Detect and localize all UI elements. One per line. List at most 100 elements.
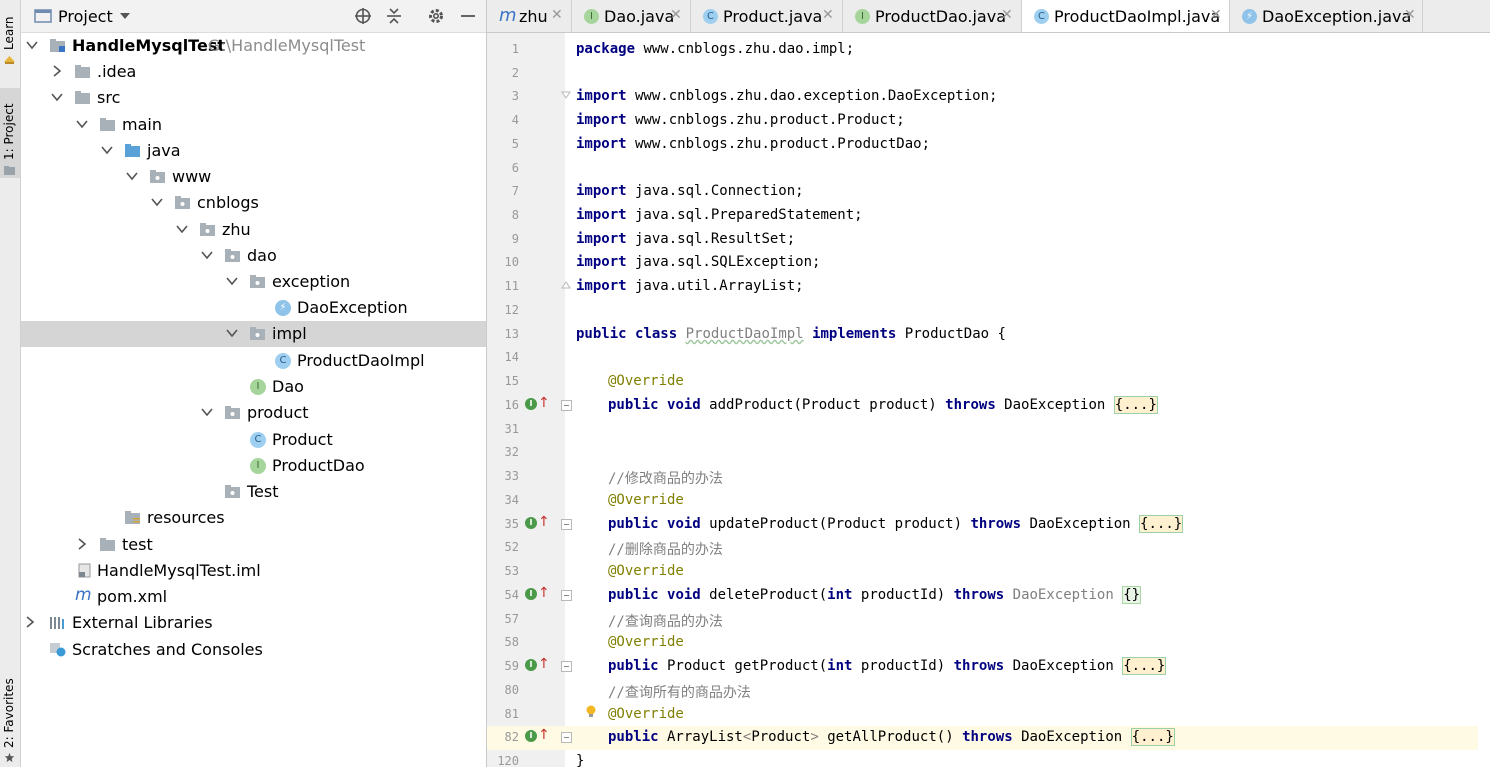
folded-block[interactable]: {...} xyxy=(1113,396,1158,414)
chevron-down-icon[interactable] xyxy=(26,39,38,51)
locate-icon[interactable] xyxy=(354,7,372,25)
close-icon[interactable]: ✕ xyxy=(551,7,563,23)
chevron-right-icon[interactable] xyxy=(76,538,88,550)
implements-icon[interactable]: I xyxy=(525,398,537,410)
chevron-down-icon[interactable] xyxy=(201,249,213,261)
gear-icon[interactable] xyxy=(427,7,445,25)
interface-icon: I xyxy=(855,9,870,24)
line-number: 1 xyxy=(511,42,519,56)
folded-block[interactable]: {...} xyxy=(1122,657,1167,675)
expand-icon[interactable] xyxy=(561,400,572,411)
tree-row-test-package[interactable]: Test xyxy=(21,479,486,505)
implements-icon[interactable]: I xyxy=(525,659,537,671)
tab-dao-java[interactable]: I Dao.java ✕ xyxy=(572,0,691,32)
tab-product-java[interactable]: C Product.java ✕ xyxy=(691,0,843,32)
code-text: public Product getProduct(int productId)… xyxy=(608,657,1167,675)
code-comment: //查询所有的商品办法 xyxy=(608,685,751,701)
tree-row-main[interactable]: main xyxy=(21,112,486,138)
tree-row-iml[interactable]: HandleMysqlTest.iml xyxy=(21,558,486,584)
folded-block[interactable]: {...} xyxy=(1130,728,1175,746)
tree-row-dao[interactable]: dao xyxy=(21,243,486,269)
chevron-down-icon[interactable] xyxy=(101,144,113,156)
star-icon xyxy=(4,752,15,763)
tree-row-impl[interactable]: impl xyxy=(21,321,486,347)
chevron-down-icon[interactable] xyxy=(51,91,63,103)
token: class xyxy=(635,326,678,342)
close-icon[interactable]: ✕ xyxy=(1404,7,1416,23)
chevron-down-icon[interactable] xyxy=(76,118,88,130)
tree-row-www[interactable]: www xyxy=(21,164,486,190)
token: import xyxy=(576,231,627,247)
chevron-down-icon[interactable] xyxy=(201,406,213,418)
chevron-down-icon[interactable] xyxy=(176,223,188,235)
fold-marker-icon[interactable] xyxy=(561,280,571,290)
editor-scrollbar[interactable] xyxy=(1478,33,1490,767)
tree-row-src[interactable]: src xyxy=(21,85,486,111)
tree-row-zhu[interactable]: zhu xyxy=(21,217,486,243)
lightbulb-icon[interactable] xyxy=(585,705,597,719)
tab-productdao-java[interactable]: I ProductDao.java ✕ xyxy=(843,0,1022,32)
maven-icon: m xyxy=(75,585,92,605)
class-icon: C xyxy=(250,432,266,448)
token: DaoException xyxy=(1012,587,1114,603)
code-text: import java.sql.PreparedStatement; xyxy=(576,207,863,223)
project-panel-header: Project xyxy=(21,0,486,33)
tree-row-pom[interactable]: m pom.xml xyxy=(21,584,486,610)
line-number: 31 xyxy=(504,422,519,436)
tree-row-product[interactable]: product xyxy=(21,400,486,426)
favorites-tab[interactable]: 2: Favorites xyxy=(0,670,20,750)
tree-row-test[interactable]: test xyxy=(21,532,486,558)
expand-icon[interactable] xyxy=(561,519,572,530)
tab-productdaoimpl-java[interactable]: C ProductDaoImpl.java ✕ xyxy=(1022,0,1230,32)
fold-marker-icon[interactable] xyxy=(561,90,571,100)
tree-row-resources[interactable]: resources xyxy=(21,505,486,531)
expand-icon[interactable] xyxy=(561,590,572,601)
line-number: 13 xyxy=(504,327,519,341)
close-icon[interactable]: ✕ xyxy=(670,7,682,23)
chevron-down-icon[interactable] xyxy=(119,12,131,20)
tree-row-scratches[interactable]: Scratches and Consoles xyxy=(21,637,486,663)
tree-row-handlemysqltest[interactable]: HandleMysqlTest G:\HandleMysqlTest xyxy=(21,33,486,59)
folded-block[interactable]: {...} xyxy=(1139,515,1184,533)
chevron-down-icon[interactable] xyxy=(226,327,238,339)
tree-row-idea[interactable]: .idea xyxy=(21,59,486,85)
code-line: 6 xyxy=(487,157,1490,181)
chevron-down-icon[interactable] xyxy=(151,196,163,208)
tree-row-productdaoimpl[interactable]: C ProductDaoImpl xyxy=(21,348,486,374)
implements-icon[interactable]: I xyxy=(525,730,537,742)
code-area[interactable]: 1 package www.cnblogs.zhu.dao.impl; 2 3 … xyxy=(487,33,1490,769)
minimize-icon[interactable] xyxy=(459,7,477,25)
collapse-all-icon[interactable] xyxy=(385,7,403,25)
iml-file-icon xyxy=(78,563,91,578)
tree-row-exception[interactable]: exception xyxy=(21,269,486,295)
tree-row-cnblogs[interactable]: cnblogs xyxy=(21,190,486,216)
expand-icon[interactable] xyxy=(561,732,572,743)
tree-row-daoexception[interactable]: ⚡ DaoException xyxy=(21,295,486,321)
close-icon[interactable]: ✕ xyxy=(1210,7,1222,23)
tree-label: Dao xyxy=(272,377,304,396)
implements-icon[interactable]: I xyxy=(525,517,537,529)
chevron-right-icon[interactable] xyxy=(24,616,36,628)
tree-row-productdao[interactable]: I ProductDao xyxy=(21,453,486,479)
close-icon[interactable]: ✕ xyxy=(822,7,834,23)
tab-zhu[interactable]: m zhu ✕ xyxy=(487,0,572,32)
tree-row-external-libraries[interactable]: External Libraries xyxy=(21,610,486,636)
expand-icon[interactable] xyxy=(561,661,572,672)
tree-row-product-class[interactable]: C Product xyxy=(21,427,486,453)
folded-block[interactable]: {} xyxy=(1122,586,1142,604)
tree-row-dao-interface[interactable]: I Dao xyxy=(21,374,486,400)
implements-icon[interactable]: I xyxy=(525,588,537,600)
chevron-down-icon[interactable] xyxy=(126,170,138,182)
tree-label: impl xyxy=(272,324,307,343)
tab-daoexception-java[interactable]: ⚡ DaoException.java ✕ xyxy=(1230,0,1423,32)
close-icon[interactable]: ✕ xyxy=(1001,7,1013,23)
token: ProductDaoImpl xyxy=(685,326,804,342)
learn-tab[interactable]: Learn xyxy=(0,2,20,52)
chevron-right-icon[interactable] xyxy=(51,65,63,77)
token: import xyxy=(576,88,627,104)
token: throws xyxy=(970,516,1022,532)
project-panel-title[interactable]: Project xyxy=(58,7,113,26)
chevron-down-icon[interactable] xyxy=(226,275,238,287)
tree-row-java[interactable]: java xyxy=(21,138,486,164)
